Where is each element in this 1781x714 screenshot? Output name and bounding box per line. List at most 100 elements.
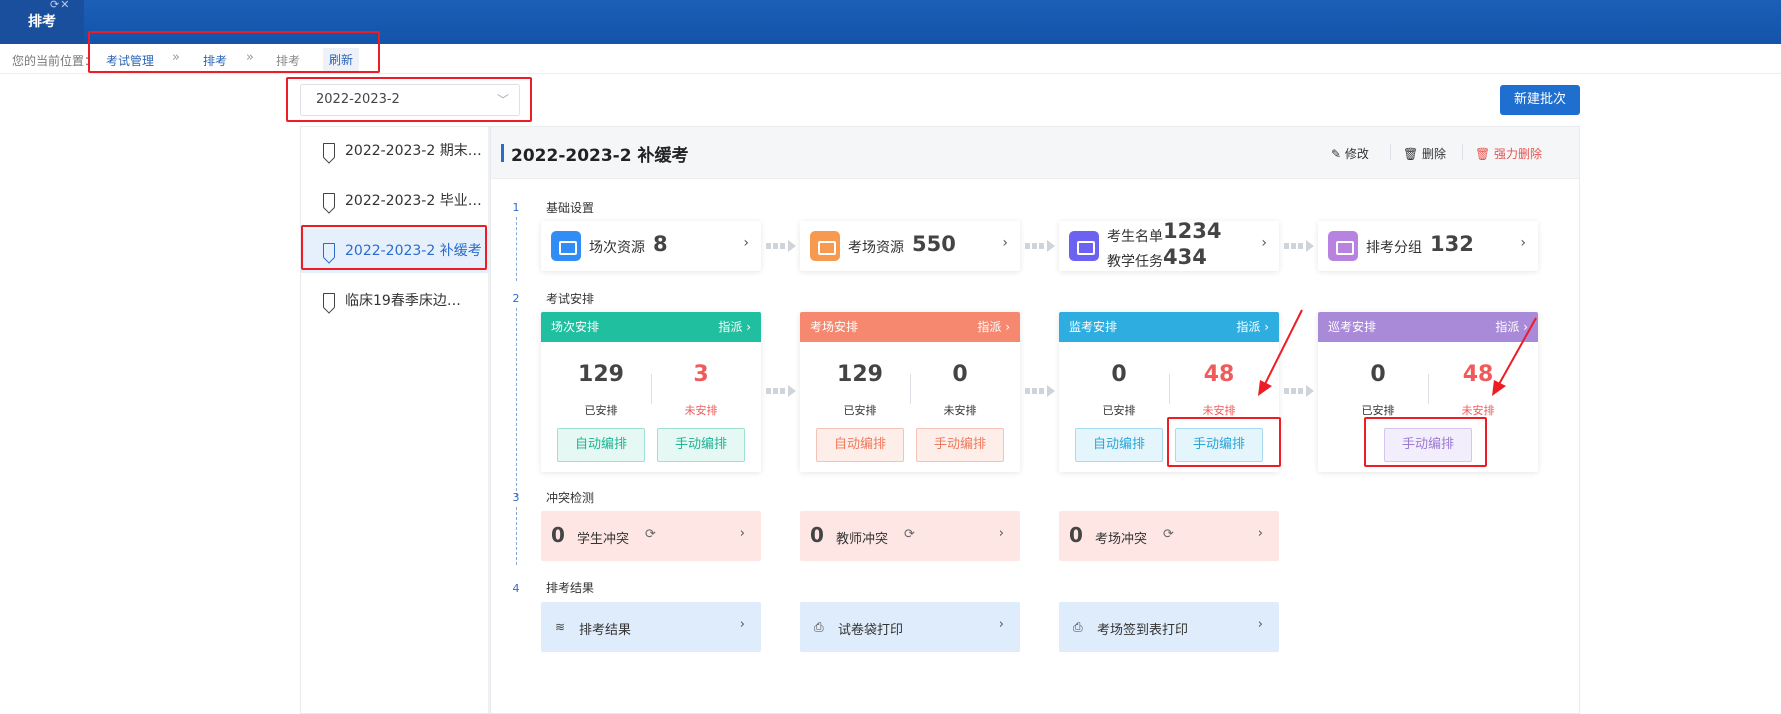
invigilation-arrangement-card: 监考安排 指派 › 0 已安排 48 未安排 自动编排 手动编排 <box>1059 312 1279 472</box>
bookmark-icon <box>323 143 335 158</box>
chevron-down-icon: ﹀ <box>496 93 509 107</box>
sidebar-item-batch[interactable]: 临床19春季床边… <box>301 279 489 323</box>
breadcrumb-refresh-button[interactable]: 刷新 <box>323 48 360 71</box>
room-arrangement-card: 考场安排 指派 › 129 已安排 0 未安排 自动编排 手动编排 <box>800 312 1020 472</box>
card-label: 考场资源 <box>848 240 904 256</box>
sidebar-item-batch[interactable]: 2022-2023-2 期末… <box>301 129 489 173</box>
room-conflict-card[interactable]: 0 考场冲突 ⟳ › <box>1059 511 1279 561</box>
done-label: 已安排 <box>1102 404 1136 417</box>
main-panel: 2022-2023-2 补缓考 ✎ 修改 🗑 删除 🗑 强力删除 1 2 3 4… <box>490 126 1580 714</box>
sidebar-item-label: 临床19春季床边… <box>345 293 461 309</box>
card-value: 550 <box>912 232 956 256</box>
term-select-value: 2022-2023-2 <box>316 92 400 107</box>
output-label: 排考结果 <box>579 623 632 638</box>
sidebar-item-label: 2022-2023-2 期末… <box>345 143 482 159</box>
new-batch-button[interactable]: 新建批次 <box>1500 85 1580 115</box>
chevron-right-icon: › <box>739 617 745 632</box>
edit-button[interactable]: ✎ 修改 <box>1331 145 1369 162</box>
step-connector <box>516 308 517 496</box>
manual-arrange-button[interactable]: 手动编排 <box>657 428 745 462</box>
result-card[interactable]: ≋ 排考结果 › <box>541 602 761 652</box>
signin-sheet-print-card[interactable]: ⎙ 考场签到表打印 › <box>1059 602 1279 652</box>
auto-arrange-button[interactable]: 自动编排 <box>1075 428 1163 462</box>
student-list-card[interactable]: 考生名单 1234 教学任务 434 › <box>1059 219 1279 271</box>
breadcrumb-separator-icon: » <box>172 50 180 65</box>
breadcrumb-paikao[interactable]: 排考 <box>203 52 227 69</box>
assign-link[interactable]: 指派 › <box>1495 312 1528 342</box>
chevron-right-icon: › <box>1520 235 1526 251</box>
breadcrumb-exam-management[interactable]: 考试管理 <box>106 52 154 69</box>
breadcrumb: 您的当前位置： 考试管理 » 排考 » 排考 刷新 <box>0 44 1781 74</box>
student-conflict-card[interactable]: 0 学生冲突 ⟳ › <box>541 511 761 561</box>
card-label-teaching-tasks: 教学任务 <box>1107 254 1163 270</box>
conflict-count: 0 <box>810 523 824 547</box>
step-number: 3 <box>512 491 520 504</box>
chevron-right-icon: › <box>1261 235 1267 251</box>
card-title: 考场安排 <box>810 320 859 334</box>
chevron-right-icon: › <box>1257 617 1263 632</box>
assign-link[interactable]: 指派 › <box>977 312 1010 342</box>
card-header: 巡考安排 指派 › <box>1318 312 1538 342</box>
tab-refresh-close-icon[interactable]: ⟳✕ <box>50 0 70 11</box>
chevron-right-icon: › <box>739 526 745 541</box>
printer-icon: ⎙ <box>814 620 824 634</box>
assign-link[interactable]: 指派 › <box>718 312 751 342</box>
session-arrangement-card: 场次安排 指派 › 129 已安排 3 未安排 自动编排 手动编排 <box>541 312 761 472</box>
manual-arrange-button[interactable]: 手动编排 <box>916 428 1004 462</box>
manual-arrange-button[interactable]: 手动编排 <box>1175 428 1263 462</box>
breadcrumb-separator-icon: » <box>246 50 254 65</box>
card-label: 排考分组 <box>1366 240 1422 256</box>
group-card[interactable]: 排考分组 132 › <box>1318 221 1538 271</box>
bookmark-icon <box>323 193 335 208</box>
step-number: 2 <box>512 292 520 305</box>
ticket-icon <box>1069 231 1099 261</box>
step-connector <box>516 507 517 565</box>
auto-arrange-button[interactable]: 自动编排 <box>816 428 904 462</box>
bookmark-icon <box>323 293 335 308</box>
tab-paikao[interactable]: 排考 <box>0 0 84 44</box>
patrol-arrangement-card: 巡考安排 指派 › 0 已安排 48 未安排 手动编排 <box>1318 312 1538 472</box>
step-number: 1 <box>512 201 520 214</box>
teacher-conflict-card[interactable]: 0 教师冲突 ⟳ › <box>800 511 1020 561</box>
conflict-count: 0 <box>551 523 565 547</box>
refresh-icon[interactable]: ⟳ <box>1163 527 1174 542</box>
flow-arrow-icon <box>1284 385 1314 397</box>
assign-link[interactable]: 指派 › <box>1236 312 1269 342</box>
divider <box>1390 144 1391 160</box>
force-delete-button[interactable]: 🗑 强力删除 <box>1475 145 1542 162</box>
ticket-icon <box>810 231 840 261</box>
done-count: 0 <box>1370 362 1386 387</box>
breadcrumb-lead: 您的当前位置： <box>12 54 97 68</box>
delete-button[interactable]: 🗑 删除 <box>1403 145 1446 162</box>
chevron-right-icon: › <box>1002 235 1008 251</box>
conflict-label: 考场冲突 <box>1095 532 1148 547</box>
output-label: 考场签到表打印 <box>1097 623 1189 638</box>
step-title-results: 排考结果 <box>546 581 595 595</box>
refresh-icon[interactable]: ⟳ <box>645 527 656 542</box>
card-value: 8 <box>653 232 668 256</box>
paper-bag-print-card[interactable]: ⎙ 试卷袋打印 › <box>800 602 1020 652</box>
sidebar-item-label: 2022-2023-2 补缓考 <box>345 243 482 259</box>
ticket-icon <box>1328 231 1358 261</box>
sidebar-item-batch-active[interactable]: 2022-2023-2 补缓考 <box>301 229 489 273</box>
room-resource-card[interactable]: 考场资源 550 › <box>800 221 1020 271</box>
auto-arrange-button[interactable]: 自动编排 <box>557 428 645 462</box>
chevron-right-icon: › <box>743 235 749 251</box>
flow-arrow-icon <box>1025 240 1055 252</box>
todo-count: 48 <box>1462 362 1494 387</box>
done-count: 129 <box>578 362 624 387</box>
done-label: 已安排 <box>1361 404 1395 417</box>
done-count: 129 <box>837 362 883 387</box>
refresh-icon[interactable]: ⟳ <box>904 527 915 542</box>
step-title-basic-settings: 基础设置 <box>546 201 595 215</box>
flow-arrow-icon <box>766 385 796 397</box>
manual-arrange-button[interactable]: 手动编排 <box>1384 428 1472 462</box>
main-header: 2022-2023-2 补缓考 ✎ 修改 🗑 删除 🗑 强力删除 <box>491 127 1579 179</box>
card-header: 监考安排 指派 › <box>1059 312 1279 342</box>
session-resource-card[interactable]: 场次资源 8 › <box>541 221 761 271</box>
term-select[interactable]: 2022-2023-2 ﹀ <box>300 84 520 116</box>
done-label: 已安排 <box>843 404 877 417</box>
output-label: 试卷袋打印 <box>838 623 904 638</box>
sidebar-item-batch[interactable]: 2022-2023-2 毕业… <box>301 179 489 223</box>
bookmark-icon <box>323 243 335 258</box>
